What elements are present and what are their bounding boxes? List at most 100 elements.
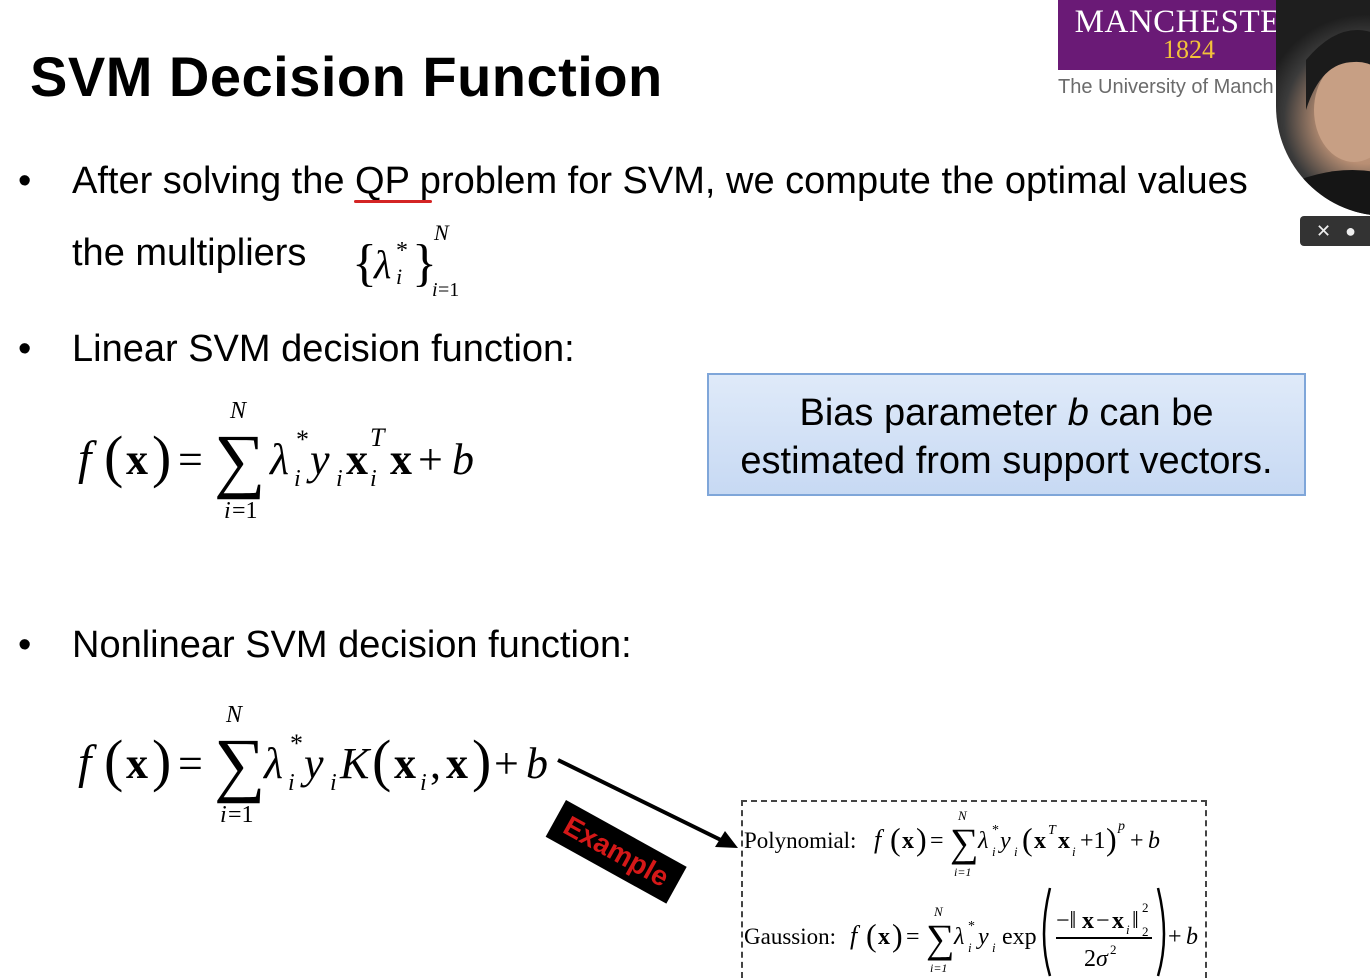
- kernel-examples-formulas: Polynomial: f ( x ) = ∑ N i=1 λ * i y i …: [744, 808, 1198, 977]
- svg-text:T: T: [370, 423, 386, 452]
- svg-text:i: i: [330, 770, 337, 796]
- bullet-2-text: Linear SVM decision function:: [72, 328, 575, 370]
- svg-text:i: i: [420, 770, 427, 796]
- svg-text:i: i: [294, 466, 301, 492]
- svg-text:λ: λ: [977, 828, 988, 854]
- svg-text:*: *: [992, 823, 999, 838]
- svg-text:i: i: [220, 802, 227, 828]
- svg-text:i: i: [396, 264, 402, 289]
- svg-text:): ): [152, 424, 171, 489]
- svg-text:p: p: [1117, 819, 1125, 834]
- multipliers-formula: { λ * i } N i =1: [352, 220, 459, 301]
- bullet-1-line-2: the multipliers: [72, 232, 307, 274]
- svg-text:N: N: [225, 702, 244, 728]
- svg-text:y: y: [306, 435, 330, 484]
- svg-text:): ): [472, 728, 491, 793]
- bullet-marker: •: [18, 328, 32, 370]
- svg-text:+: +: [418, 435, 443, 484]
- svg-text:=: =: [906, 924, 920, 950]
- svg-text:i: i: [288, 770, 295, 796]
- svg-text:x: x: [1112, 908, 1124, 934]
- svg-text:b: b: [1186, 924, 1198, 950]
- bullet-3-text: Nonlinear SVM decision function:: [72, 624, 632, 666]
- svg-text:N: N: [229, 398, 248, 424]
- svg-text:): ): [916, 821, 927, 857]
- svg-text:λ: λ: [373, 242, 391, 287]
- presentation-slide: SVM Decision Function MANCHESTER 1824 Th…: [0, 0, 1370, 978]
- svg-text:*: *: [396, 238, 408, 264]
- svg-text:i: i: [224, 498, 231, 524]
- svg-text:i: i: [336, 466, 343, 492]
- svg-text:∑: ∑: [926, 916, 955, 961]
- svg-text:λ: λ: [953, 924, 964, 950]
- svg-text:−‖: −‖: [1056, 908, 1076, 934]
- svg-text:=1: =1: [228, 802, 254, 828]
- svg-text:(: (: [104, 424, 123, 489]
- svg-text:): ): [152, 728, 171, 793]
- note-line-1: Bias parameter b can be: [709, 389, 1304, 437]
- svg-text:=: =: [930, 828, 944, 854]
- bullet-marker: •: [18, 624, 32, 666]
- svg-text:i=1: i=1: [954, 865, 971, 879]
- svg-text:i: i: [992, 844, 996, 859]
- svg-text:i=1: i=1: [930, 961, 947, 975]
- svg-text:2: 2: [1110, 942, 1117, 957]
- close-icon[interactable]: ✕: [1316, 221, 1331, 242]
- svg-text:N: N: [933, 904, 944, 919]
- svg-text:i: i: [968, 940, 972, 955]
- svg-text:2: 2: [1142, 924, 1149, 939]
- svg-text:b: b: [526, 739, 548, 788]
- svg-text:(: (: [104, 728, 123, 793]
- svg-text:i: i: [1126, 922, 1130, 937]
- svg-text:x: x: [902, 828, 914, 854]
- svg-text:i: i: [992, 940, 996, 955]
- svg-text:(: (: [866, 917, 877, 953]
- svg-text:f: f: [874, 825, 885, 854]
- svg-text:λ: λ: [262, 739, 283, 788]
- svg-text:+: +: [1168, 924, 1182, 950]
- svg-text:y: y: [300, 739, 324, 788]
- svg-text:f: f: [78, 736, 97, 789]
- svg-text:N: N: [433, 220, 450, 245]
- bullet-marker: •: [18, 160, 32, 202]
- dot-icon[interactable]: ●: [1345, 221, 1356, 242]
- svg-text:+: +: [494, 739, 519, 788]
- svg-text:∑: ∑: [950, 820, 979, 865]
- svg-text:(: (: [372, 728, 391, 793]
- svg-text:(: (: [1022, 821, 1033, 857]
- svg-text:+: +: [1130, 828, 1144, 854]
- linear-svm-formula: f ( x ) = ∑ N i =1 λ * i y i x T i x + b: [78, 398, 474, 524]
- svg-text:x: x: [1082, 908, 1094, 934]
- svg-text:i: i: [432, 279, 438, 301]
- logo-subtitle: The University of Manch: [1058, 76, 1274, 98]
- svg-text:x: x: [1034, 828, 1046, 854]
- svg-text:‖: ‖: [1132, 908, 1139, 934]
- svg-text:K: K: [339, 739, 372, 788]
- svg-text:=1: =1: [438, 279, 459, 301]
- svg-text:f: f: [78, 432, 97, 485]
- svg-text:=1: =1: [232, 498, 258, 524]
- svg-text:−: −: [1096, 908, 1110, 934]
- svg-text:2: 2: [1142, 900, 1149, 915]
- webcam-controls: ✕ ●: [1300, 216, 1370, 246]
- presenter-silhouette-icon: [1276, 30, 1370, 216]
- svg-text:(: (: [890, 821, 901, 857]
- svg-text:i: i: [1014, 844, 1018, 859]
- svg-text:=: =: [178, 435, 203, 484]
- svg-text:T: T: [1048, 823, 1057, 838]
- svg-text:x: x: [878, 924, 890, 950]
- svg-text:*: *: [290, 729, 303, 758]
- svg-text:∑: ∑: [214, 420, 265, 500]
- svg-text:): ): [1106, 821, 1117, 857]
- svg-text:i: i: [1072, 844, 1076, 859]
- svg-text:): ): [892, 917, 903, 953]
- note-text: can be: [1088, 392, 1214, 434]
- polynomial-label: Polynomial:: [744, 828, 856, 853]
- svg-text:f: f: [850, 921, 861, 950]
- svg-text:i: i: [370, 466, 377, 492]
- bullet-1-line-1: After solving the QP problem for SVM, we…: [72, 160, 1248, 202]
- svg-text:b: b: [1148, 828, 1160, 854]
- note-variable: b: [1067, 392, 1089, 434]
- svg-text:x: x: [126, 739, 148, 788]
- svg-text:x: x: [346, 435, 368, 484]
